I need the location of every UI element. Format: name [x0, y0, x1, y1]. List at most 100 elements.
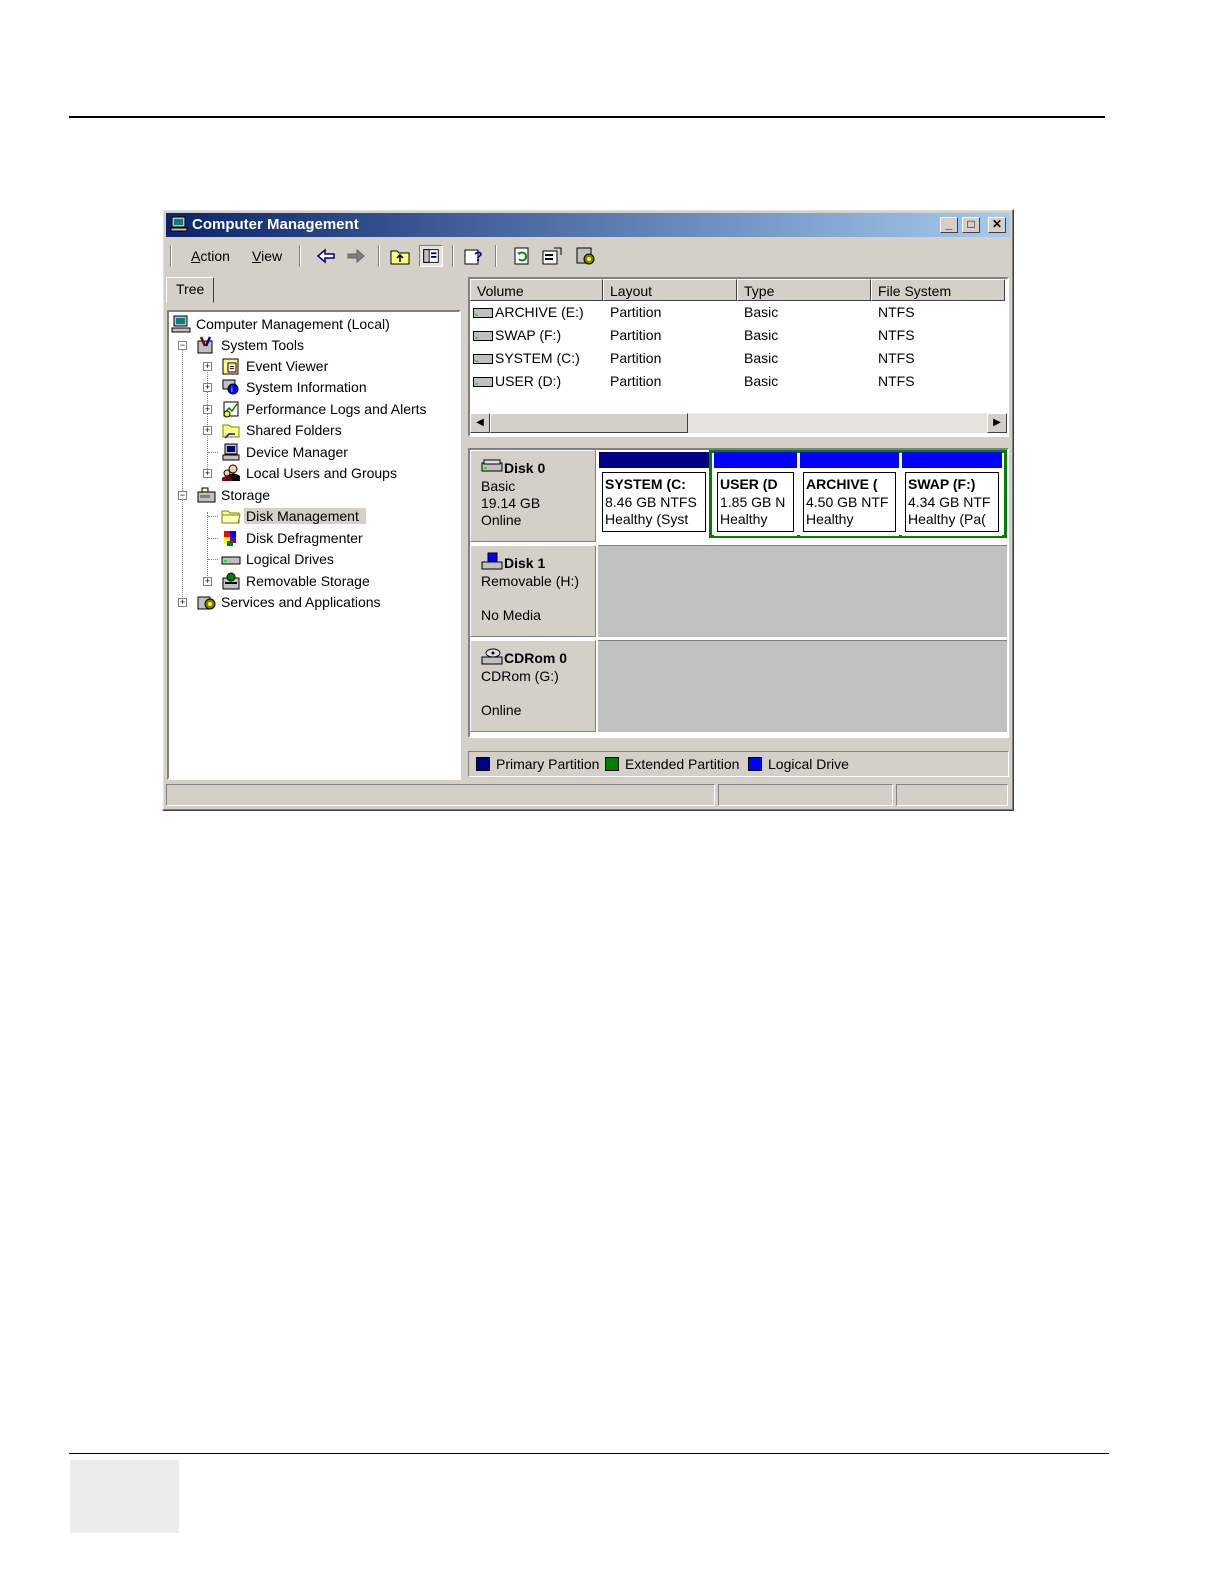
status-pane-main [166, 784, 715, 806]
column-header-volume[interactable]: Volume [470, 279, 603, 301]
expand-toggle[interactable]: + [203, 577, 212, 586]
partition-size: 8.46 GB NTFS [605, 494, 697, 510]
menu-action[interactable]: Action [191, 248, 230, 264]
disk-type: CDRom (G:) [481, 668, 559, 684]
scroll-left-icon[interactable]: ◀ [470, 413, 490, 433]
shared-folder-icon [222, 424, 240, 439]
expand-toggle[interactable]: + [178, 598, 187, 607]
disk-label-cdrom0[interactable]: CDRom 0 CDRom (G:) Online [470, 640, 596, 732]
legend-primary: Primary Partition [496, 756, 600, 772]
title-bar[interactable]: Computer Management _ □ ✕ [166, 213, 1010, 237]
partition-status: Healthy (Syst [605, 511, 689, 527]
computer-management-window: Computer Management _ □ ✕ Action View ? [162, 209, 1014, 811]
cdrom0-area [598, 640, 1007, 732]
status-pane-2 [718, 784, 893, 806]
legend-extended: Extended Partition [625, 756, 740, 772]
volume-drive-icon [473, 308, 493, 318]
tree-label: Device Manager [246, 444, 348, 460]
expand-toggle[interactable]: + [203, 383, 212, 392]
volume-name: SWAP (F:) [495, 327, 562, 343]
maximize-button[interactable]: □ [962, 217, 980, 233]
window-title: Computer Management [192, 216, 359, 233]
partition-swap[interactable]: SWAP (F:) 4.34 GB NTF Healthy (Pa( [902, 452, 1002, 536]
tab-tree[interactable]: Tree [166, 277, 214, 303]
column-header-file-system[interactable]: File System [871, 279, 1005, 301]
storage-icon [197, 487, 216, 503]
volume-drive-icon [473, 354, 493, 364]
partition-status: Healthy [720, 511, 768, 527]
legend-swatch-logical [748, 757, 762, 771]
disk-status: No Media [481, 607, 541, 623]
horizontal-scrollbar[interactable]: ◀ ▶ [470, 413, 1007, 433]
settings-icon[interactable] [574, 245, 598, 267]
volume-file-system: NTFS [878, 304, 915, 320]
scroll-right-icon[interactable]: ▶ [987, 413, 1007, 433]
volume-layout: Partition [610, 373, 662, 389]
toolbar-separator [299, 245, 301, 267]
disk-row-cdrom0: CDRom 0 CDRom (G:) Online [470, 640, 1007, 734]
computer-icon [171, 315, 191, 333]
partition-name: SWAP (F:) [908, 476, 976, 492]
tree-label: Services and Applications [221, 594, 381, 610]
expand-toggle[interactable]: + [203, 469, 212, 478]
tree-label: System Information [246, 379, 367, 395]
toolbar-grip [170, 245, 172, 267]
column-header-type[interactable]: Type [737, 279, 871, 301]
collapse-toggle[interactable]: − [178, 341, 187, 350]
tree-label: Shared Folders [246, 422, 342, 438]
primary-partition-bar [599, 452, 709, 468]
disk-type: Removable (H:) [481, 573, 580, 589]
disk-row-disk1: Disk 1 Removable (H:) No Media [470, 545, 1007, 639]
volume-name: SYSTEM (C:) [495, 350, 580, 366]
disk-label-disk1[interactable]: Disk 1 Removable (H:) No Media [470, 545, 596, 637]
tree-label: Disk Defragmenter [246, 530, 363, 546]
properties-icon[interactable] [540, 245, 564, 267]
tree-label: Local Users and Groups [246, 465, 397, 481]
back-arrow-icon[interactable] [314, 245, 338, 267]
partition-system[interactable]: SYSTEM (C: 8.46 GB NTFS Healthy (Syst [599, 452, 709, 536]
page-number-box [70, 1460, 179, 1533]
volume-layout: Partition [610, 327, 662, 343]
cdrom-icon [481, 648, 503, 665]
disk1-area [598, 545, 1007, 637]
volume-type: Basic [744, 304, 779, 320]
scroll-thumb[interactable] [490, 413, 688, 433]
device-manager-icon [222, 443, 240, 461]
expand-toggle[interactable]: + [203, 362, 212, 371]
volume-file-system: NTFS [878, 373, 915, 389]
up-folder-icon[interactable] [388, 245, 412, 267]
status-bar [166, 784, 1010, 806]
show-hide-tree-icon[interactable] [419, 245, 443, 267]
expand-toggle[interactable]: + [203, 405, 212, 414]
performance-logs-icon [223, 401, 239, 418]
tree-label: Event Viewer [246, 358, 329, 374]
minimize-button[interactable]: _ [940, 217, 958, 233]
volume-type: Basic [744, 327, 779, 343]
disk-management-folder-icon [221, 510, 241, 524]
disk-label-disk0[interactable]: Disk 0 Basic 19.14 GB Online [470, 450, 596, 542]
legend-swatch-extended [605, 757, 619, 771]
partition-size: 4.34 GB NTF [908, 494, 991, 510]
logical-drive-bar [902, 452, 1002, 468]
partition-user[interactable]: USER (D 1.85 GB N Healthy [714, 452, 797, 536]
volume-name: USER (D:) [495, 373, 562, 389]
partition-archive[interactable]: ARCHIVE ( 4.50 GB NTF Healthy [800, 452, 899, 536]
menu-view[interactable]: View [252, 248, 282, 264]
expand-toggle[interactable]: + [203, 426, 212, 435]
disk-icon [481, 459, 503, 472]
disk-graphical-view: Disk 0 Basic 19.14 GB Online SYSTEM (C: … [468, 448, 1009, 738]
refresh-icon[interactable] [510, 245, 534, 267]
disk-size: 19.14 GB [481, 495, 541, 511]
volume-name: ARCHIVE (E:) [495, 304, 584, 320]
services-icon [197, 596, 216, 610]
footer-rule [69, 1453, 1109, 1454]
collapse-toggle[interactable]: − [178, 491, 187, 500]
help-icon[interactable]: ? [462, 245, 486, 267]
column-header-layout[interactable]: Layout [603, 279, 737, 301]
tree-label: Disk Management [244, 508, 366, 524]
forward-arrow-icon[interactable] [344, 245, 368, 267]
disk-type: Basic [481, 478, 516, 494]
disk-name: Disk 0 [504, 460, 546, 476]
close-button[interactable]: ✕ [988, 217, 1006, 233]
volume-type: Basic [744, 373, 779, 389]
